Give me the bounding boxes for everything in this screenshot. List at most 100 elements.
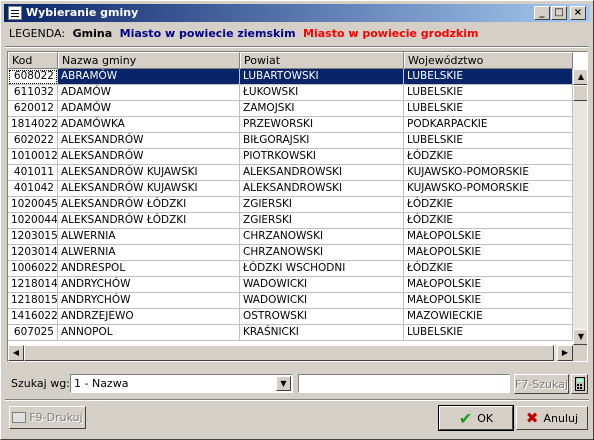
cell-kod: 611032 [8, 85, 58, 101]
cell-kod: 1814022 [8, 117, 58, 133]
table-body: 608022 ABRAMÓW LUBARTOWSKI LUBELSKIE 611032 A… [8, 69, 573, 341]
table-row[interactable]: 401011 ALEKSANDRÓW KUJAWSKI ALEKSANDROWSKI… [8, 165, 573, 181]
table-row[interactable]: 1814022 ADAMÓWKA PRZEWORSKI PODKARPACKIE [8, 117, 573, 133]
cell-kod: 1020044 [8, 213, 58, 229]
table-row[interactable]: 608022 ABRAMÓW LUBARTOWSKI LUBELSKIE [8, 69, 573, 85]
cell-kod: 608022 [8, 69, 58, 85]
cell-kod: 1203014 [8, 245, 58, 261]
cancel-button[interactable]: ✖ Anuluj [516, 406, 588, 430]
cell-powiat: WADOWICKI [240, 293, 404, 309]
column-header-nazwa[interactable]: Nazwa gminy [58, 52, 240, 69]
cell-powiat: ŁUKOWSKI [240, 85, 404, 101]
title-bar[interactable]: Wybieranie gminy _ □ × [4, 4, 590, 22]
cell-wojewodztwo: LUBELSKIE [404, 69, 573, 85]
cell-powiat: OSTROWSKI [240, 309, 404, 325]
cell-powiat: ZGIERSKI [240, 213, 404, 229]
table-row[interactable]: 1010012 ALEKSANDRÓW PIOTRKOWSKI ŁÓDZKIE [8, 149, 573, 165]
cell-kod: 1020045 [8, 197, 58, 213]
cell-nazwa: ANDRZEJEWO [58, 309, 240, 325]
table-header: Kod Nazwa gminy Powiat Województwo [8, 52, 573, 69]
table-row[interactable]: 620012 ADAMÓW ZAMOJSKI LUBELSKIE [8, 101, 573, 117]
cell-wojewodztwo: LUBELSKIE [404, 85, 573, 101]
minimize-button[interactable]: _ [534, 6, 550, 20]
cell-powiat: LUBARTOWSKI [240, 69, 404, 85]
cell-kod: 602022 [8, 133, 58, 149]
column-header-wojewodztwo[interactable]: Województwo [404, 52, 573, 69]
vertical-scroll-thumb[interactable] [573, 85, 587, 101]
cell-wojewodztwo: MAŁOPOLSKIE [404, 277, 573, 293]
search-mode-select[interactable]: 1 - Nazwa ▼ [70, 374, 293, 393]
cell-kod: 1203015 [8, 229, 58, 245]
cell-wojewodztwo: MAŁOPOLSKIE [404, 229, 573, 245]
ok-button[interactable]: ✔ OK [438, 405, 514, 431]
cell-nazwa: ANNOPOL [58, 325, 240, 341]
cell-nazwa: ALEKSANDRÓW ŁÓDZKI [58, 213, 240, 229]
table-row[interactable]: 607025 ANNOPOL KRAŚNICKI LUBELSKIE [8, 325, 573, 341]
scroll-right-button[interactable]: ▶ [557, 345, 573, 361]
table-row[interactable]: 611032 ADAMÓW ŁUKOWSKI LUBELSKIE [8, 85, 573, 101]
maximize-button[interactable]: □ [551, 6, 567, 20]
cell-nazwa: ALEKSANDRÓW ŁÓDZKI [58, 197, 240, 213]
cell-powiat: CHRZANOWSKI [240, 245, 404, 261]
legend: LEGENDA: Gmina Miasto w powiecie ziemski… [9, 27, 482, 45]
print-button[interactable]: F9-Drukuj [9, 406, 86, 429]
scroll-down-button[interactable]: ▼ [573, 329, 587, 345]
table-row[interactable]: 1203014 ALWERNIA CHRZANOWSKI MAŁOPOLSKIE [8, 245, 573, 261]
cell-wojewodztwo: ŁÓDZKIE [404, 149, 573, 165]
horizontal-scroll-thumb[interactable] [24, 345, 554, 361]
cell-wojewodztwo: MAZOWIECKIE [404, 309, 573, 325]
table-row[interactable]: 1203015 ALWERNIA CHRZANOWSKI MAŁOPOLSKIE [8, 229, 573, 245]
app-icon [8, 6, 22, 20]
cell-nazwa: ALWERNIA [58, 229, 240, 245]
cell-powiat: KRAŚNICKI [240, 325, 404, 341]
calculator-button[interactable] [571, 374, 588, 394]
cell-wojewodztwo: LUBELSKIE [404, 133, 573, 149]
cell-nazwa: ADAMÓW [58, 101, 240, 117]
cell-nazwa: ADAMÓW [58, 85, 240, 101]
table-row[interactable]: 1218014 ANDRYCHÓW WADOWICKI MAŁOPOLSKIE [8, 277, 573, 293]
cell-powiat: CHRZANOWSKI [240, 229, 404, 245]
chevron-down-icon[interactable]: ▼ [276, 376, 291, 391]
find-button[interactable]: F7-Szukaj [514, 374, 569, 394]
cell-powiat: BIŁGORAJSKI [240, 133, 404, 149]
cell-powiat: ALEKSANDROWSKI [240, 181, 404, 197]
cell-wojewodztwo: KUJAWSKO-POMORSKIE [404, 181, 573, 197]
table-row[interactable]: 1020044 ALEKSANDRÓW ŁÓDZKI ZGIERSKI ŁÓDZKIE [8, 213, 573, 229]
column-header-kod[interactable]: Kod [8, 52, 58, 69]
find-button-label: F7-Szukaj [515, 377, 568, 391]
ok-button-label: OK [477, 411, 494, 425]
scroll-up-button[interactable]: ▲ [573, 69, 587, 85]
legend-divider [5, 46, 589, 48]
search-label: Szukaj wg: [11, 377, 70, 390]
cell-wojewodztwo: LUBELSKIE [404, 101, 573, 117]
table-row[interactable]: 401042 ALEKSANDRÓW KUJAWSKI ALEKSANDROWSKI… [8, 181, 573, 197]
cell-nazwa: ADAMÓWKA [58, 117, 240, 133]
scroll-left-button[interactable]: ◀ [8, 345, 24, 361]
table-row[interactable]: 1218015 ANDRYCHÓW WADOWICKI MAŁOPOLSKIE [8, 293, 573, 309]
cell-kod: 401011 [8, 165, 58, 181]
table-row[interactable]: 1020045 ALEKSANDRÓW ŁÓDZKI ZGIERSKI ŁÓDZKIE [8, 197, 573, 213]
table-row[interactable]: 602022 ALEKSANDRÓW BIŁGORAJSKI LUBELSKIE [8, 133, 573, 149]
gmina-table[interactable]: Kod Nazwa gminy Powiat Województwo 60802… [7, 51, 588, 362]
cell-nazwa: ALEKSANDRÓW KUJAWSKI [58, 165, 240, 181]
table-row[interactable]: 1416022 ANDRZEJEWO OSTROWSKI MAZOWIECKIE [8, 309, 573, 325]
cell-kod: 1218014 [8, 277, 58, 293]
horizontal-scrollbar[interactable]: ◀ ▶ [8, 345, 573, 361]
cell-nazwa: ALEKSANDRÓW [58, 149, 240, 165]
cell-powiat: ZAMOJSKI [240, 101, 404, 117]
table-row[interactable]: 1006022 ANDRESPOL ŁÓDZKI WSCHODNI ŁÓDZKIE [8, 261, 573, 277]
cell-wojewodztwo: ŁÓDZKIE [404, 197, 573, 213]
legend-miasto-grodzki: Miasto w powiecie grodzkim [303, 27, 479, 40]
print-button-label: F9-Drukuj [29, 411, 83, 424]
legend-label: LEGENDA: [9, 27, 66, 40]
cell-kod: 401042 [8, 181, 58, 197]
cell-nazwa: ANDRESPOL [58, 261, 240, 277]
search-input[interactable] [298, 374, 510, 393]
cancel-x-icon: ✖ [525, 409, 539, 427]
vertical-scrollbar[interactable]: ▲ ▼ [573, 69, 587, 345]
cell-kod: 1010012 [8, 149, 58, 165]
cell-kod: 1006022 [8, 261, 58, 277]
column-header-powiat[interactable]: Powiat [240, 52, 404, 69]
close-button[interactable]: × [570, 6, 586, 20]
cell-nazwa: ABRAMÓW [58, 69, 240, 85]
